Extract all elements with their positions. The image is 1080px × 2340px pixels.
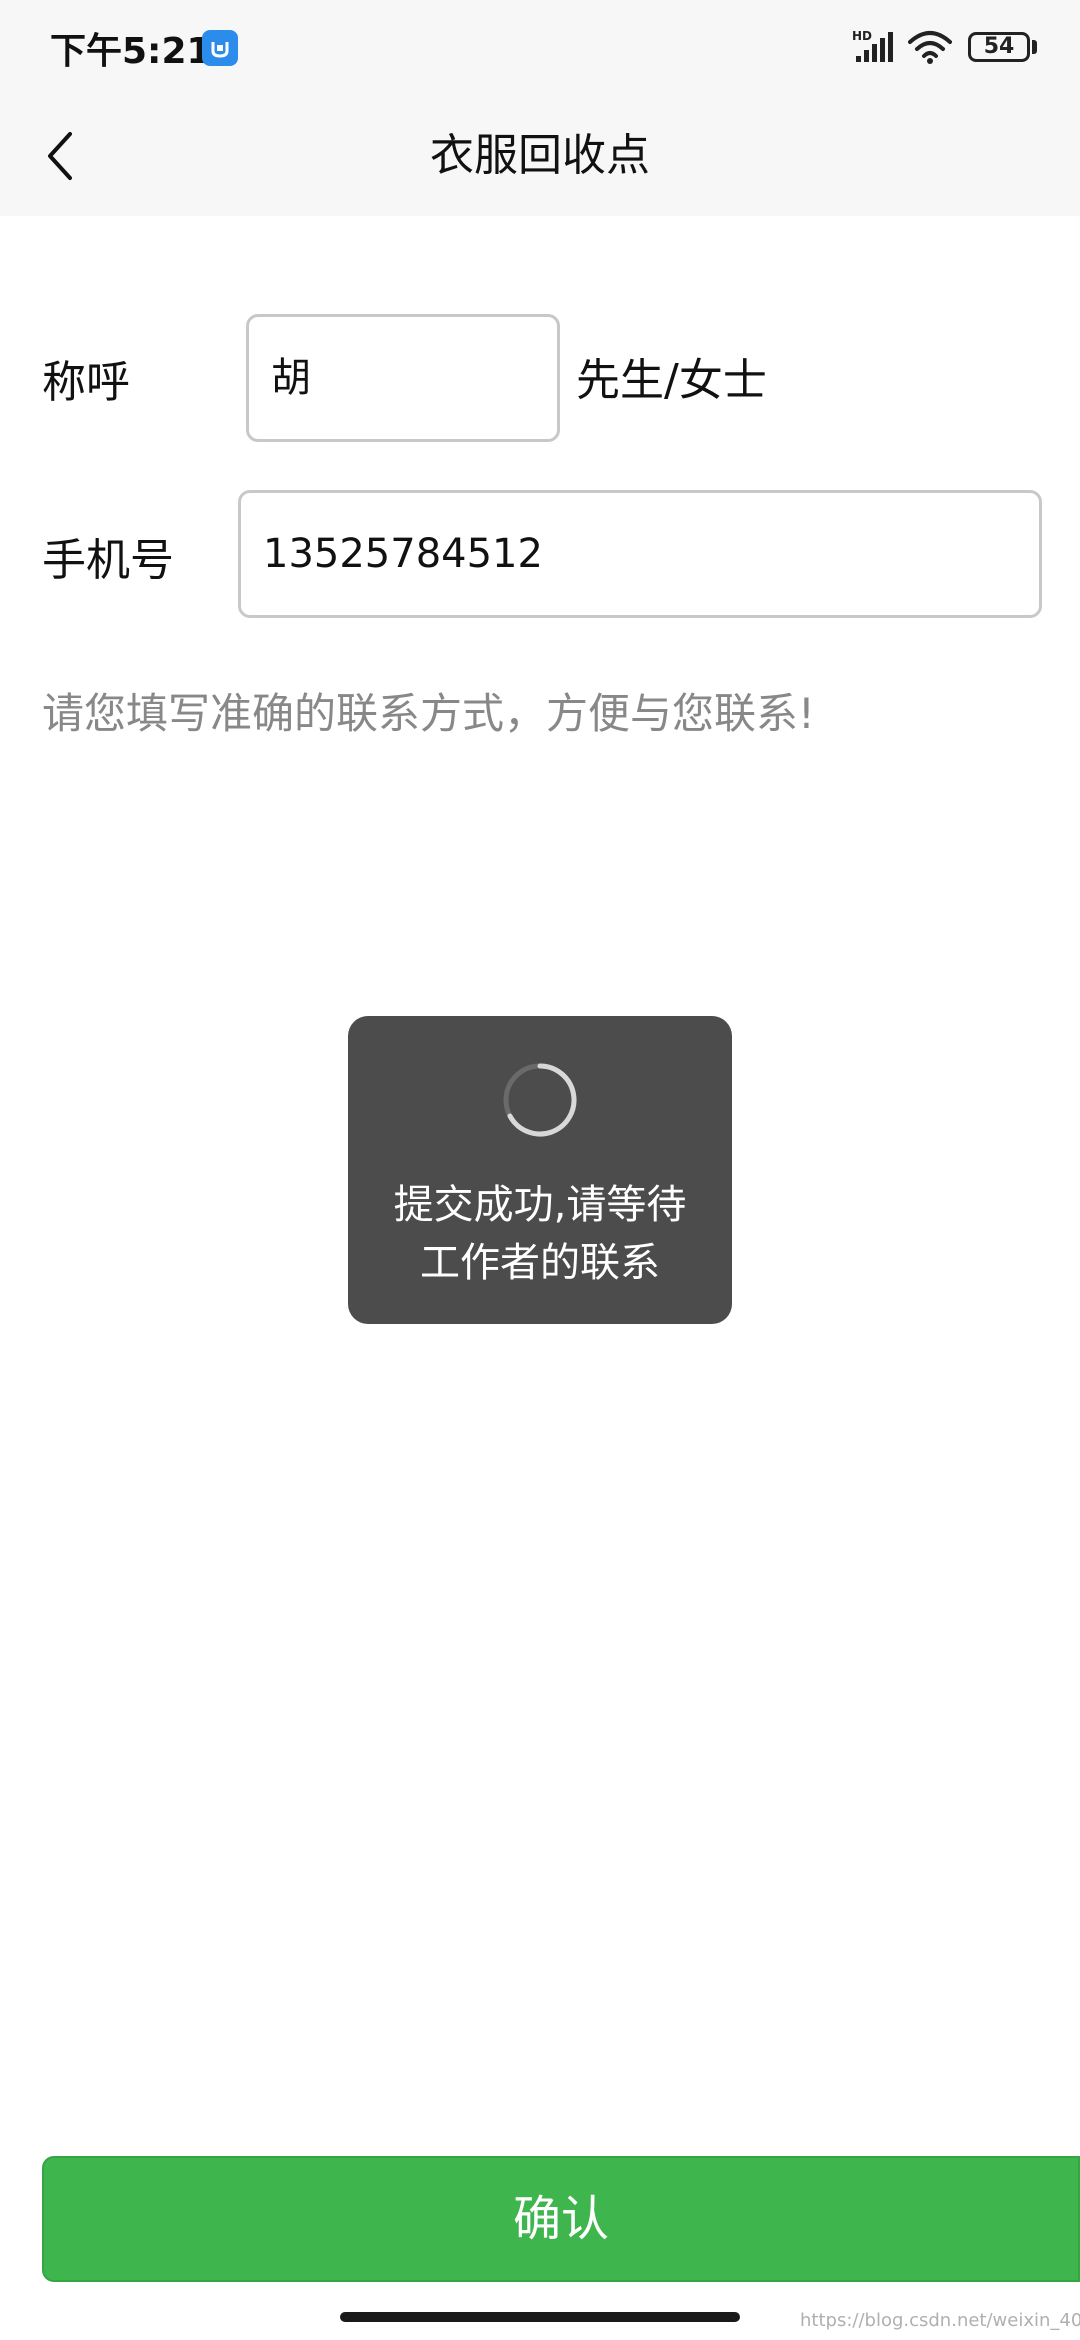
phone-input-value: 13525784512 — [263, 531, 543, 577]
status-bar: 下午5:21 HD 54 — [0, 0, 1080, 96]
battery-level: 54 — [983, 34, 1015, 59]
confirm-button[interactable]: 确认 — [42, 2156, 1080, 2282]
loading-spinner-icon — [500, 1060, 580, 1144]
name-suffix: 先生/女士 — [576, 355, 767, 406]
contact-hint: 请您填写准确的联系方式，方便与您联系! — [42, 689, 815, 738]
home-indicator[interactable] — [340, 2312, 740, 2322]
name-input[interactable]: 胡 — [246, 314, 560, 442]
chevron-left-icon[interactable] — [40, 126, 100, 186]
battery-icon: 54 — [968, 32, 1030, 62]
hd-signal-icon: HD — [852, 28, 898, 68]
confirm-button-label: 确认 — [512, 2191, 609, 2247]
toast-line-1: 提交成功,请等待 — [393, 1182, 687, 1228]
screen: 下午5:21 HD 54 衣服回收点 称呼 胡 先生/女士 手机号 135257… — [0, 0, 1080, 2340]
watermark: https://blog.csdn.net/weixin_40228600 — [800, 2310, 1080, 2331]
nav-bar: 衣服回收点 — [0, 96, 1080, 216]
name-input-value: 胡 — [271, 355, 311, 401]
page-title: 衣服回收点 — [430, 130, 650, 181]
success-toast: 提交成功,请等待 工作者的联系 — [348, 1016, 732, 1324]
name-label: 称呼 — [42, 357, 130, 408]
phone-input[interactable]: 13525784512 — [238, 490, 1042, 618]
battery-tip — [1032, 40, 1037, 54]
app-notification-icon — [202, 30, 238, 66]
svg-text:HD: HD — [852, 29, 872, 43]
phone-label: 手机号 — [42, 535, 174, 586]
status-time: 下午5:21 — [50, 31, 212, 72]
toast-message: 提交成功,请等待 工作者的联系 — [348, 1176, 732, 1292]
wifi-icon — [908, 30, 952, 68]
toast-line-2: 工作者的联系 — [420, 1240, 660, 1286]
